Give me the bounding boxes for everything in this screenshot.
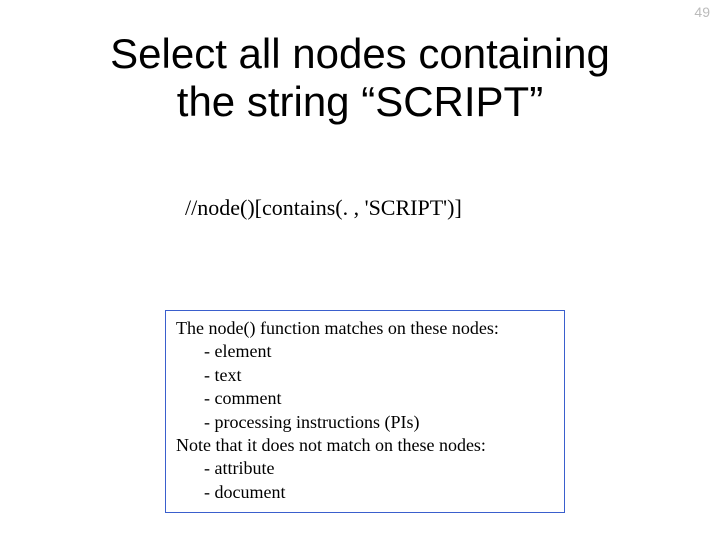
info-match-item: - processing instructions (PIs)	[176, 411, 554, 434]
info-nomatch-heading: Note that it does not match on these nod…	[176, 434, 554, 457]
info-nomatch-item: - document	[176, 481, 554, 504]
info-nomatch-item: - attribute	[176, 457, 554, 480]
info-match-item: - comment	[176, 387, 554, 410]
info-match-item: - text	[176, 364, 554, 387]
info-matches-heading: The node() function matches on these nod…	[176, 317, 554, 340]
title-line-1: Select all nodes containing	[110, 30, 610, 77]
slide: 49 Select all nodes containing the strin…	[0, 0, 720, 540]
slide-title: Select all nodes containing the string “…	[0, 30, 720, 127]
page-number: 49	[694, 4, 710, 20]
info-match-item: - element	[176, 340, 554, 363]
info-box: The node() function matches on these nod…	[165, 310, 565, 513]
xpath-expression: //node()[contains(. , 'SCRIPT')]	[185, 195, 462, 221]
title-line-2: the string “SCRIPT”	[177, 78, 543, 125]
